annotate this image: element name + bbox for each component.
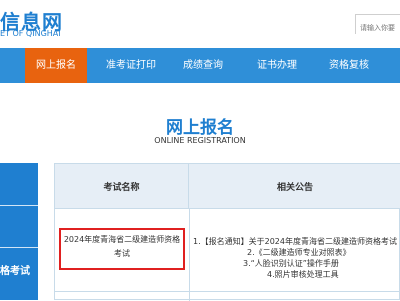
search-input[interactable] [356,19,400,37]
column-divider [189,208,190,301]
search-box[interactable] [355,14,400,37]
exam-name-link[interactable]: 2024年度青海省二级建造师资格考试 [59,228,185,270]
row-divider [55,208,400,209]
sidebar-divider [0,247,38,248]
nav-item-certificate[interactable]: 证书办理 [247,48,307,83]
page-title: 网上报名 [166,118,234,138]
announcement-link[interactable]: 3.“人脸识别认证”操作手册 [243,258,339,269]
announcement-link[interactable]: 1.【报名通知】关于2024年度青海省二级建造师资格考试 [193,236,397,247]
row-divider [55,291,400,292]
announcement-link[interactable]: 2.《二级建造师专业对照表》 [247,247,351,258]
column-header-exam-name: 考试名称 [55,164,189,208]
main-nav: 网上报名 准考证打印 成绩查询 证书办理 资格复核 [0,48,400,83]
sidebar [0,163,38,300]
sidebar-item-exam[interactable]: 格考试 [0,262,38,277]
site-header: 信息网 ET OF QINGHAI [0,0,400,48]
site-logo-subtitle: ET OF QINGHAI [0,29,61,38]
column-header-announcements: 相关公告 [189,164,400,208]
exam-table: 考试名称 相关公告 2024年度青海省二级建造师资格考试 1.【报名通知】关于2… [54,163,400,301]
sidebar-divider [0,205,38,206]
nav-item-score-query[interactable]: 成绩查询 [173,48,233,83]
page-subtitle: ONLINE REGISTRATION [154,136,246,145]
nav-item-admission-ticket[interactable]: 准考证打印 [97,48,165,83]
nav-item-qualification-review[interactable]: 资格复核 [318,48,380,83]
announcement-link[interactable]: 4.照片审核处理工具 [267,269,339,280]
nav-item-online-registration[interactable]: 网上报名 [25,48,87,83]
